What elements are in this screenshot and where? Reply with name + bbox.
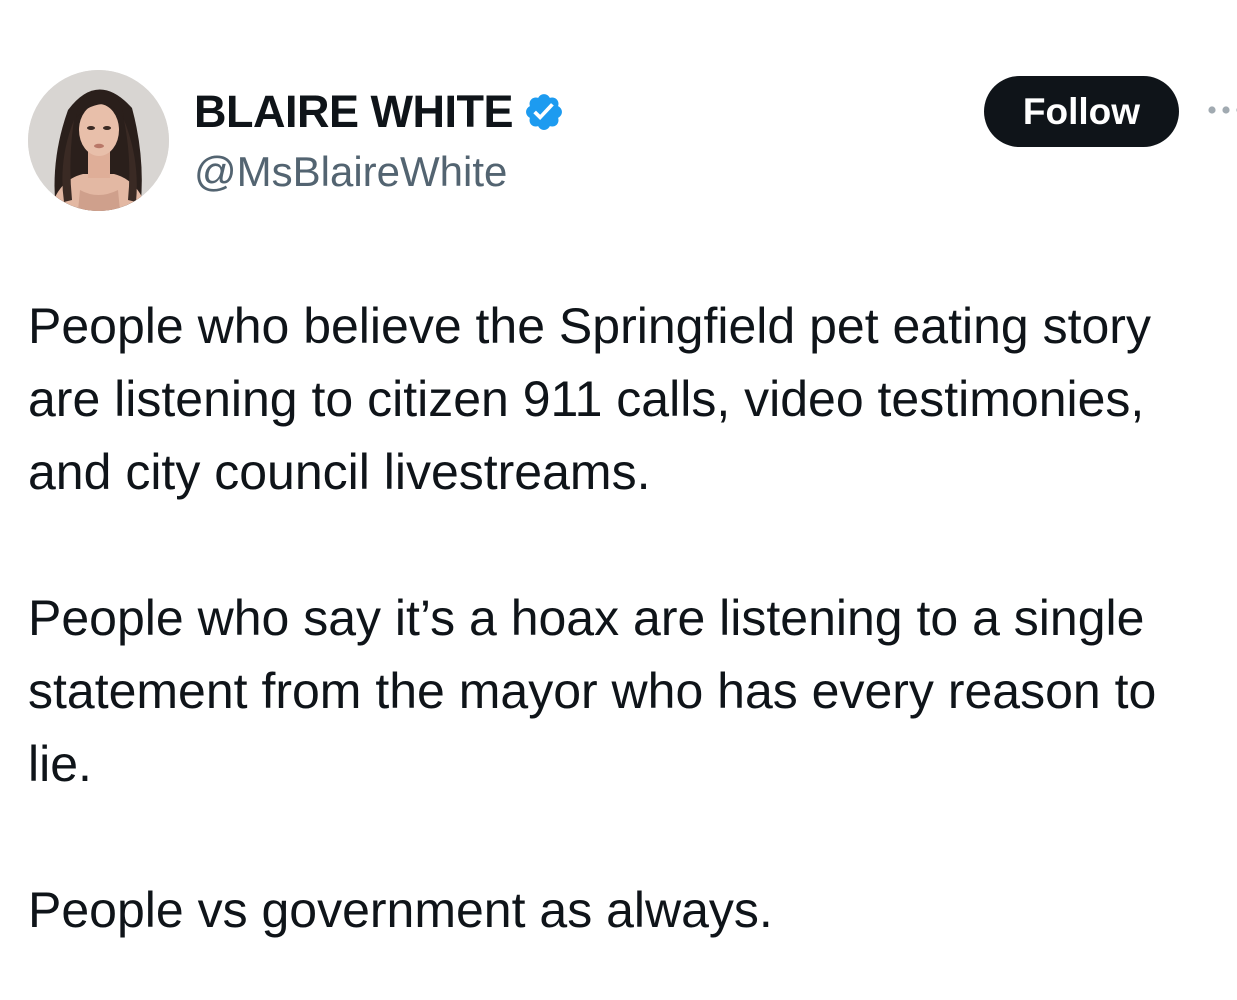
tweet-line: People who say it’s a hoax are listening… — [28, 590, 1145, 646]
tweet-line: statement from the mayor who has every r… — [28, 663, 1157, 719]
author-name-row: BLAIRE WHITE — [194, 86, 565, 138]
tweet-card: BLAIRE WHITE @MsBlaireWhite Follow Peopl… — [0, 0, 1237, 1000]
tweet-line: are listening to citizen 911 calls, vide… — [28, 371, 1145, 427]
more-options-icon[interactable] — [1206, 100, 1237, 120]
display-name[interactable]: BLAIRE WHITE — [194, 86, 513, 138]
avatar[interactable] — [28, 70, 169, 211]
follow-button[interactable]: Follow — [984, 76, 1179, 147]
tweet-line: and city council livestreams. — [28, 444, 651, 500]
verified-badge-icon[interactable] — [523, 91, 565, 133]
tweet-line: lie. — [28, 736, 92, 792]
tweet-line: People who believe the Springfield pet e… — [28, 298, 1151, 354]
author-handle[interactable]: @MsBlaireWhite — [194, 147, 507, 197]
tweet-text: People who believe the Springfield pet e… — [28, 290, 1237, 947]
tweet-line: People vs government as always. — [28, 882, 773, 938]
